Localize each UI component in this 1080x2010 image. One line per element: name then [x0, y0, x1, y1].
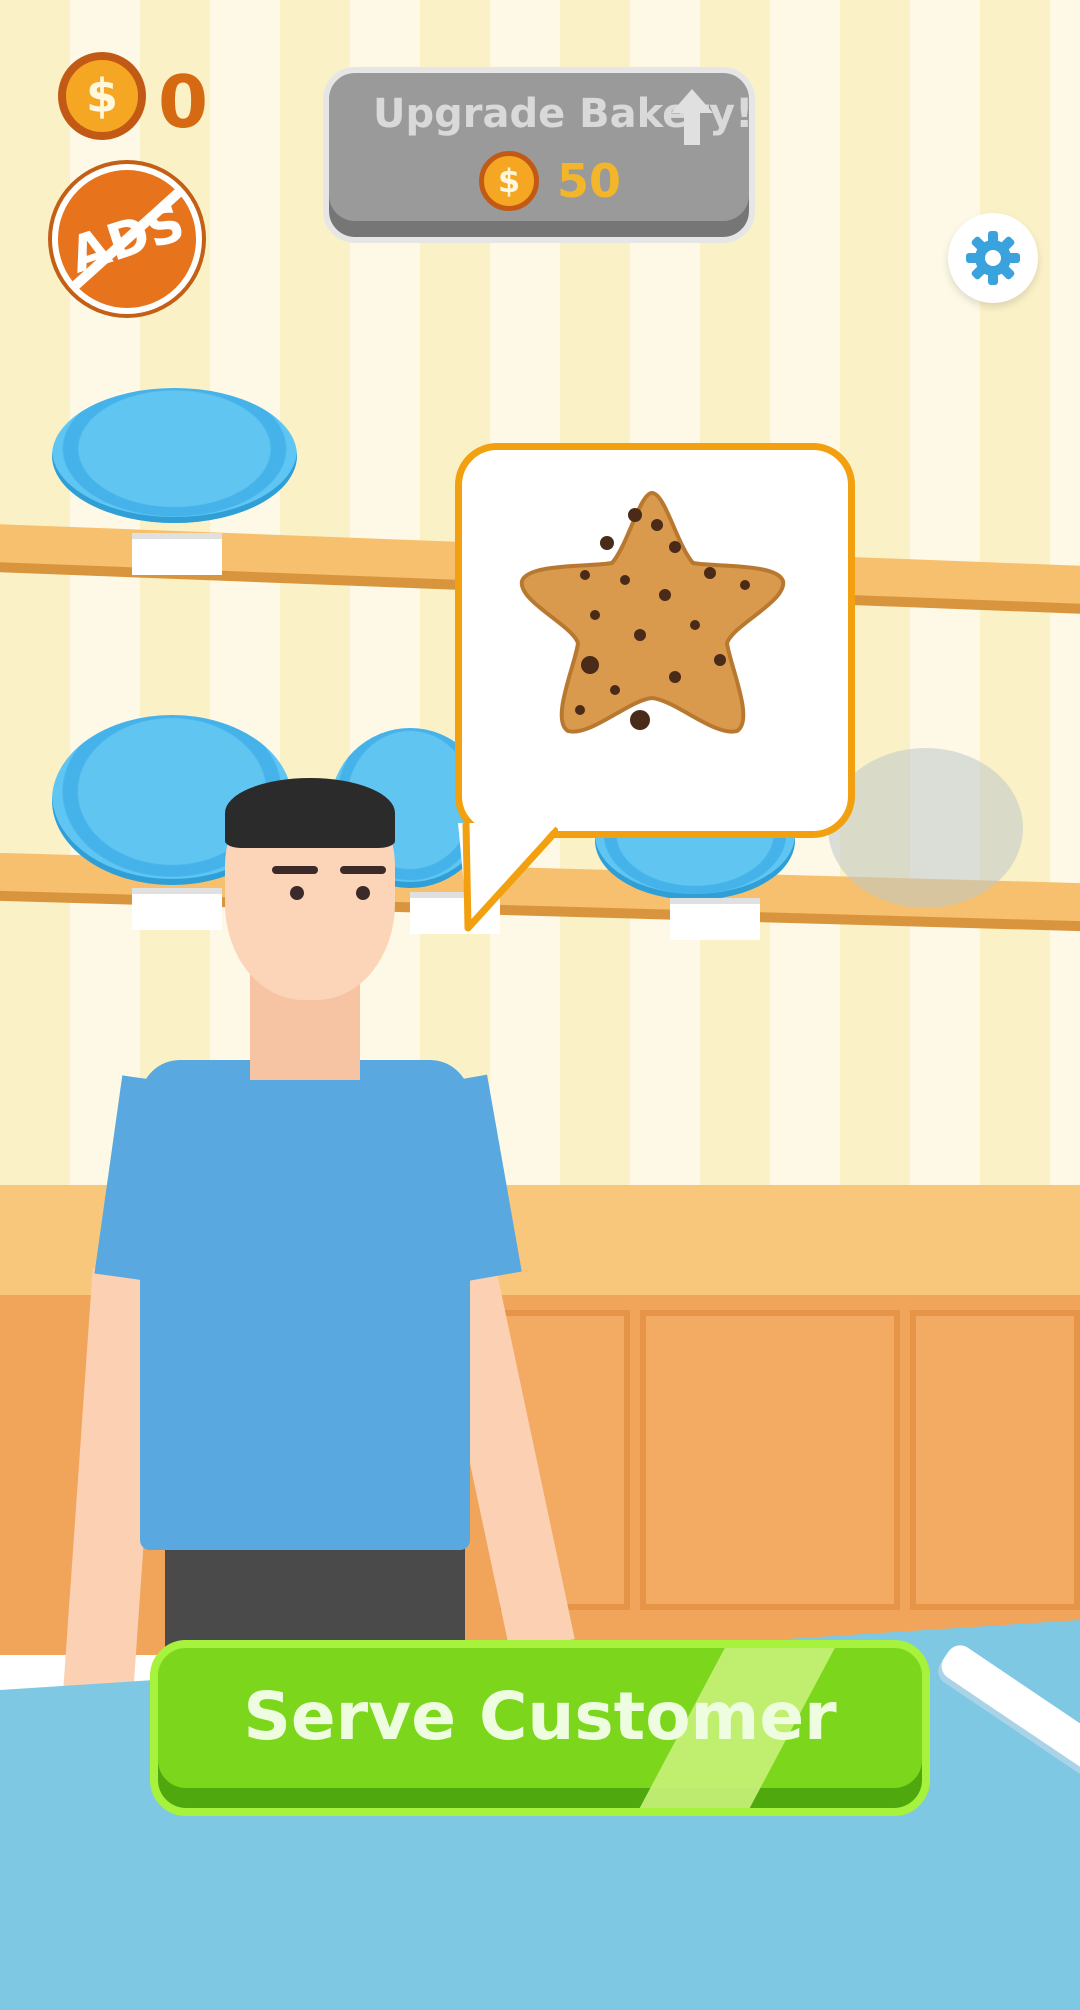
plate [52, 388, 297, 523]
customer-eyebrow [272, 866, 318, 874]
order-bubble-tail [458, 823, 558, 932]
price-tag [670, 898, 760, 940]
customer-shirt [140, 1060, 470, 1550]
coin-symbol: $ [85, 69, 118, 123]
coin-count: 0 [158, 60, 209, 144]
serve-customer-button[interactable]: Serve Customer [150, 1640, 930, 1816]
coin-icon: $ [58, 52, 146, 140]
locked-plate [828, 748, 1023, 908]
gear-icon [966, 231, 1020, 285]
price-tag [132, 533, 222, 575]
upgrade-price: 50 [557, 154, 622, 208]
up-arrow-icon [671, 89, 713, 145]
settings-button[interactable] [948, 213, 1038, 303]
cabinet-panel [640, 1310, 900, 1610]
serve-customer-label: Serve Customer [243, 1678, 837, 1755]
customer-eye [356, 886, 370, 900]
remove-ads-button[interactable]: ADS [52, 164, 202, 314]
customer-hair [225, 778, 395, 848]
coin-symbol: $ [497, 162, 521, 200]
upgrade-bakery-button[interactable]: Upgrade Bakery! $ 50 [323, 67, 755, 243]
coin-icon: $ [479, 151, 539, 211]
star-cookie-icon [519, 490, 786, 734]
price-tag [132, 888, 222, 930]
cabinet-panel [910, 1310, 1080, 1610]
customer-eye [290, 886, 304, 900]
customer-eyebrow [340, 866, 386, 874]
